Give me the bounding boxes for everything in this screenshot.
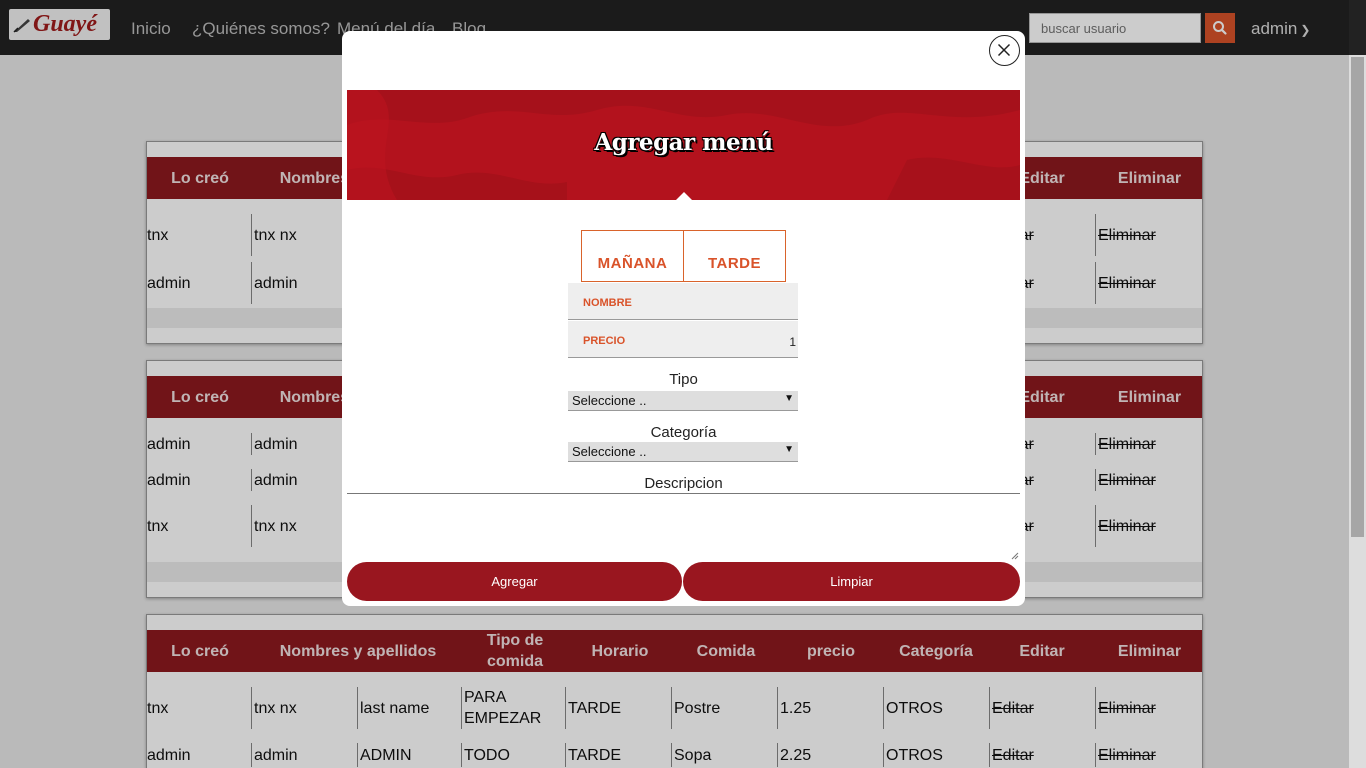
tipo-select[interactable]: Seleccione .. ▼ — [568, 391, 798, 411]
dropdown-arrow-icon: ▼ — [784, 393, 794, 404]
modal-banner: Agregar menú — [347, 90, 1020, 200]
tipo-label: Tipo — [669, 371, 698, 388]
add-menu-modal: Agregar menú MAÑANA TARDE NOMBRE PRECIO … — [342, 31, 1025, 606]
categoria-select[interactable]: Seleccione .. ▼ — [568, 442, 798, 462]
categoria-selected: Seleccione .. — [572, 444, 647, 459]
descripcion-textarea[interactable] — [347, 493, 1020, 561]
clear-button[interactable]: Limpiar — [683, 562, 1020, 601]
precio-field[interactable]: PRECIO 1 — [568, 321, 798, 358]
scrollbar-thumb[interactable] — [1351, 57, 1364, 537]
close-button[interactable] — [989, 35, 1020, 66]
banner-notch — [676, 192, 692, 200]
close-icon — [997, 43, 1011, 57]
tipo-selected: Seleccione .. — [572, 393, 647, 408]
tab-manana[interactable]: MAÑANA — [581, 230, 684, 282]
nombre-label: NOMBRE — [583, 297, 632, 309]
tab-tarde[interactable]: TARDE — [683, 230, 786, 282]
modal-title: Agregar menú — [594, 129, 773, 156]
nombre-field[interactable]: NOMBRE — [568, 283, 798, 320]
resize-handle-icon[interactable] — [1011, 552, 1019, 560]
dropdown-arrow-icon: ▼ — [784, 444, 794, 455]
categoria-label: Categoría — [650, 424, 717, 441]
precio-value: 1 — [789, 335, 796, 349]
descripcion-label: Descripcion — [644, 475, 723, 492]
add-button[interactable]: Agregar — [347, 562, 682, 601]
precio-label: PRECIO — [583, 335, 626, 347]
